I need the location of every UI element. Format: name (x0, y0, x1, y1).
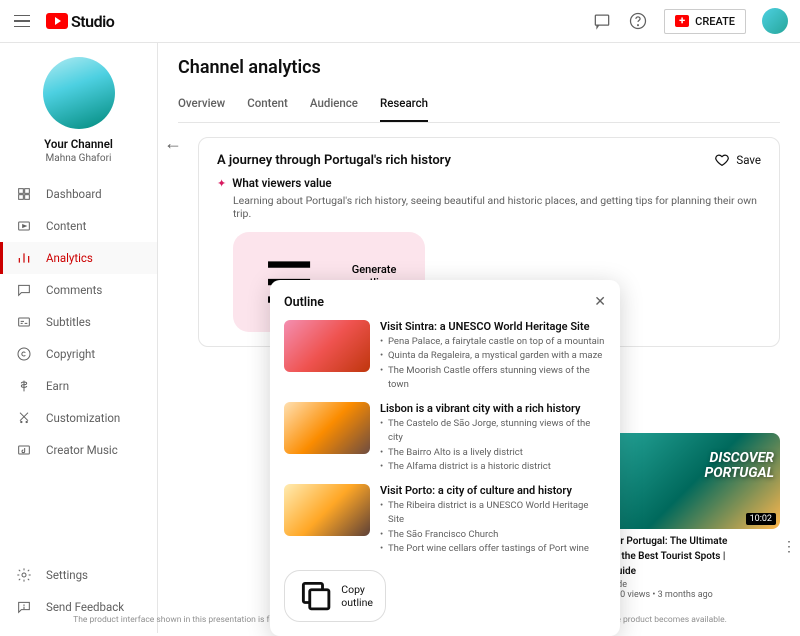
create-video-icon (675, 15, 689, 27)
channel-name: Mahna Ghafori (0, 153, 157, 164)
channel-block[interactable]: Your Channel Mahna Ghafori (0, 57, 157, 178)
user-avatar[interactable] (762, 8, 788, 34)
sidebar-item-earn[interactable]: Earn (0, 370, 157, 402)
thumb-overlay-text: DISCOVERPORTUGAL (704, 451, 774, 481)
sidebar-item-settings[interactable]: Settings (0, 559, 157, 591)
outline-item: Lisbon is a vibrant city with a rich his… (284, 402, 606, 474)
sidebar-item-subtitles[interactable]: Subtitles (0, 306, 157, 338)
sidebar-item-dashboard[interactable]: Dashboard (0, 178, 157, 210)
menu-icon[interactable] (12, 11, 32, 31)
channel-title: Your Channel (0, 137, 157, 151)
card-title: A journey through Portugal's rich histor… (217, 153, 451, 168)
copy-outline-button[interactable]: Copy outline (284, 570, 386, 622)
outline-thumb (284, 320, 370, 372)
channel-avatar (43, 57, 115, 129)
music-icon (16, 442, 32, 458)
page-title: Channel analytics (178, 57, 780, 78)
tab-overview[interactable]: Overview (178, 90, 225, 122)
copy-icon (297, 577, 335, 615)
customization-icon (16, 410, 32, 426)
more-icon[interactable]: ⋮ (782, 539, 796, 555)
tab-content[interactable]: Content (247, 90, 288, 122)
logo-text: Studio (71, 12, 114, 31)
value-desc: Learning about Portugal's rich history, … (233, 194, 761, 220)
copyright-icon (16, 346, 32, 362)
back-arrow-icon[interactable]: ← (164, 133, 182, 154)
content-icon (16, 218, 32, 234)
sidebar-item-customization[interactable]: Customization (0, 402, 157, 434)
video-duration: 10:02 (746, 513, 776, 525)
tab-research[interactable]: Research (380, 90, 428, 122)
analytics-tabs: Overview Content Audience Research (178, 90, 780, 123)
feedback-icon (16, 599, 32, 615)
earn-icon (16, 378, 32, 394)
video-card[interactable]: DISCOVERPORTUGAL 10:02 ver Portugal: The… (610, 433, 780, 600)
sparkle-icon: ✦ (217, 177, 226, 190)
value-title: What viewers value (232, 176, 331, 190)
heart-icon (714, 152, 730, 168)
sidebar-item-comments[interactable]: Comments (0, 274, 157, 306)
outline-thumb (284, 484, 370, 536)
studio-logo[interactable]: Studio (46, 12, 114, 31)
subtitles-icon (16, 314, 32, 330)
settings-icon (16, 567, 32, 583)
sidebar-item-content[interactable]: Content (0, 210, 157, 242)
tab-audience[interactable]: Audience (310, 90, 358, 122)
youtube-play-icon (46, 13, 68, 29)
help-icon[interactable] (628, 11, 648, 31)
sidebar-item-creator-music[interactable]: Creator Music (0, 434, 157, 466)
sidebar-item-copyright[interactable]: Copyright (0, 338, 157, 370)
sidebar: Your Channel Mahna Ghafori Dashboard Con… (0, 43, 158, 633)
dashboard-icon (16, 186, 32, 202)
popup-title: Outline (284, 295, 324, 310)
create-button[interactable]: CREATE (664, 9, 746, 34)
analytics-icon (16, 250, 32, 266)
outline-thumb (284, 402, 370, 454)
outline-item: Visit Porto: a city of culture and histo… (284, 484, 606, 556)
outline-item: Visit Sintra: a UNESCO World Heritage Si… (284, 320, 606, 392)
save-button[interactable]: Save (714, 152, 761, 168)
sidebar-item-analytics[interactable]: Analytics (0, 242, 157, 274)
close-icon[interactable]: ✕ (594, 294, 606, 310)
outline-popup: Outline ✕ Visit Sintra: a UNESCO World H… (270, 280, 620, 636)
comments-icon (16, 282, 32, 298)
create-label: CREATE (695, 15, 735, 28)
app-header: Studio CREATE (0, 0, 800, 43)
chat-icon[interactable] (592, 11, 612, 31)
